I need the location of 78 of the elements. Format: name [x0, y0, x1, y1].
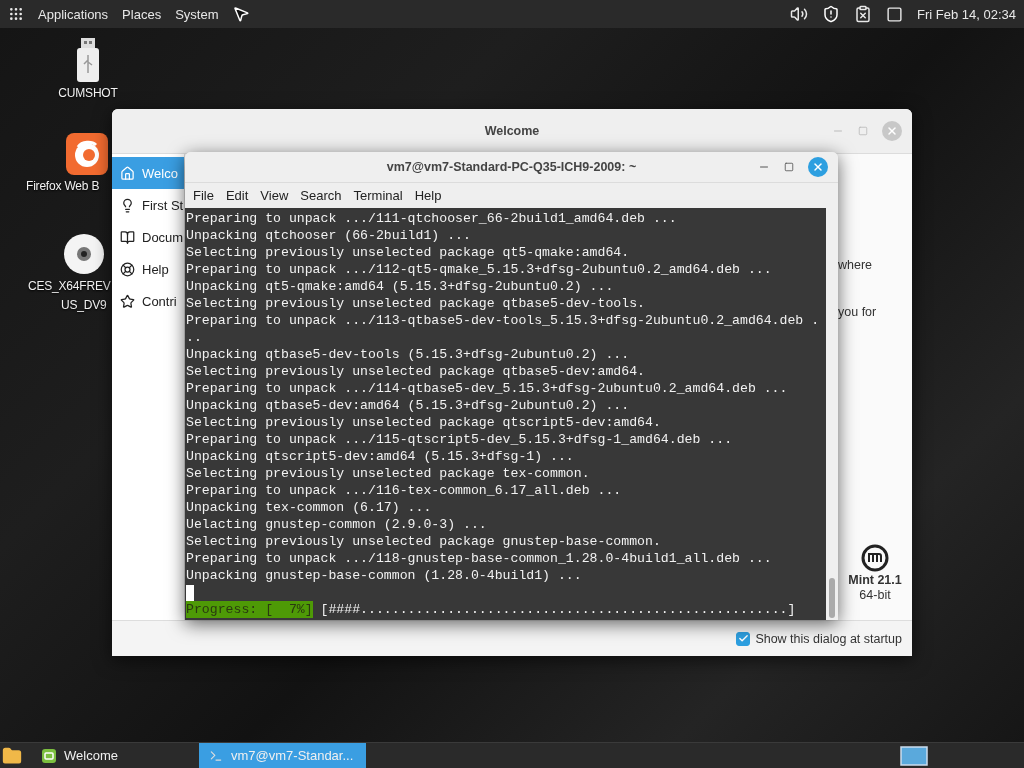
close-button[interactable]	[808, 157, 828, 177]
window-icon[interactable]	[886, 5, 903, 23]
terminal-line: Unpacking qtchooser (66-2build1) ...	[186, 227, 472, 244]
menu-item[interactable]: Search	[294, 188, 348, 203]
disc-icon	[63, 233, 105, 275]
terminal-line: Unpacking qt5-qmake:amd64 (5.15.3+dfsg-2ubuntu0.2) ...	[186, 278, 615, 295]
menu-item[interactable]: Terminal	[347, 188, 409, 203]
clipboard-icon[interactable]	[854, 5, 872, 23]
panel-menu[interactable]: System	[175, 6, 219, 22]
shield-icon[interactable]	[822, 5, 840, 23]
terminal-line: Selecting previously unselected package qtbase5-dev:amd64.	[186, 363, 646, 380]
terminal-line: Selecting previously unselected package tex-common.	[186, 465, 591, 482]
usb-drive-icon	[77, 38, 99, 82]
window-title: Welcome	[484, 124, 540, 138]
progress-label: Progress: [ 7%]	[186, 601, 313, 618]
volume-icon[interactable]	[790, 5, 808, 23]
terminal-line: Unpacking gnustep-base-common (1.28.0-4build1) ...	[186, 567, 583, 584]
menu-icon[interactable]	[8, 6, 24, 22]
icon-label: CUMSHOT	[58, 86, 118, 101]
close-button[interactable]	[882, 121, 902, 141]
panel-menu[interactable]: Applications	[38, 6, 109, 22]
sidebar-item[interactable]: Contri	[112, 285, 184, 317]
startup-checkbox[interactable]	[736, 631, 751, 646]
terminal-line: Preparing to unpack .../118-gnustep-base-common_1.28.0-4build1_all.deb ...	[186, 550, 773, 567]
progress-bar-text: [####......................................................]	[320, 601, 796, 618]
terminal-line: Unpacking qtscript5-dev:amd64 (5.15.3+dfsg-1) ...	[186, 448, 575, 465]
icon-label: CES_X64FREV	[28, 279, 111, 294]
lightbulb-icon	[120, 197, 135, 213]
terminal-line: Preparing to unpack .../112-qt5-qmake_5.15.3+dfsg-2ubuntu0.2_amd64.deb ...	[186, 261, 773, 278]
edition-name: Mint 21.1	[848, 573, 902, 587]
sidebar-item[interactable]: Docum	[112, 221, 184, 253]
clock[interactable]: Fri Feb 14, 02:34	[917, 6, 1016, 22]
close-icon	[886, 125, 898, 137]
maximize-button[interactable]	[784, 162, 794, 172]
window-title: vm7@vm7-Standard-PC-Q35-ICH9-2009: ~	[386, 160, 637, 174]
terminal-line: Preparing to unpack .../111-qtchooser_66-2build1_amd64.deb ...	[186, 210, 678, 227]
maximize-icon	[858, 126, 868, 136]
terminal-line: Unpacking qtbase5-dev:amd64 (5.15.3+dfsg-2ubuntu0.2) ...	[186, 397, 631, 414]
close-icon	[812, 161, 824, 173]
icon-label: US_DV9	[61, 298, 107, 313]
terminal-line: Unpacking tex-common (6.17) ...	[186, 499, 433, 516]
body-text: you for	[838, 305, 878, 319]
maximize-icon	[784, 162, 794, 172]
terminal-line: Uelacting gnustep-common (2.9.0-3) ...	[186, 516, 488, 533]
icon-label: Firefox Web B	[26, 179, 100, 194]
cursor-icon	[232, 5, 251, 23]
body-text: where	[838, 258, 874, 272]
menu-item[interactable]: Help	[408, 188, 448, 203]
lifebuoy-icon	[120, 261, 135, 277]
taskbar-button[interactable]: Welcome	[32, 742, 199, 768]
menu-item[interactable]: View	[254, 188, 295, 203]
terminal-line: Selecting previously unselected package qtbase5-dev-tools.	[186, 295, 646, 312]
home-icon	[120, 165, 135, 181]
workspace-icon[interactable]	[900, 745, 928, 766]
sidebar-item[interactable]: Help	[112, 253, 184, 285]
edition-arch: 64-bit	[859, 588, 891, 602]
terminal-icon	[209, 748, 223, 763]
checkbox-label: Show this dialog at startup	[755, 631, 902, 646]
terminal-line: Selecting previously unselected package gnustep-base-common.	[186, 533, 662, 550]
terminal-line: Selecting previously unselected package qtscript5-dev:amd64.	[186, 414, 662, 431]
scrollbar-thumb[interactable]	[829, 578, 835, 618]
terminal-line: Unpacking qtbase5-dev-tools (5.15.3+dfsg-2ubuntu0.2) ...	[186, 346, 631, 363]
terminal-line: Preparing to unpack .../113-qtbase5-dev-tools_5.15.3+dfsg-2ubuntu0.2_amd64.deb .	[186, 312, 821, 329]
panel-menu[interactable]: Places	[122, 6, 162, 22]
browser-icon	[66, 133, 108, 175]
folder-icon[interactable]	[2, 745, 22, 766]
book-icon	[120, 229, 135, 245]
terminal-line: Selecting previously unselected package qt5-qmake:amd64.	[186, 244, 631, 261]
terminal-line: Preparing to unpack .../114-qtbase5-dev_5.15.3+dfsg-2ubuntu0.2_amd64.deb ...	[186, 380, 789, 397]
menu-item[interactable]: File	[187, 188, 220, 203]
star-icon	[120, 293, 135, 309]
terminal-line: Preparing to unpack .../115-qtscript5-dev_5.15.3+dfsg-1_amd64.deb ...	[186, 431, 734, 448]
menu-item[interactable]: Edit	[219, 188, 255, 203]
mint-icon	[42, 748, 56, 763]
sidebar-item[interactable]: First St	[112, 189, 184, 221]
terminal-line: ..	[186, 329, 203, 346]
terminal-line: Preparing to unpack .../116-tex-common_6.17_all.deb ...	[186, 482, 623, 499]
mint-logo-icon	[861, 544, 889, 572]
